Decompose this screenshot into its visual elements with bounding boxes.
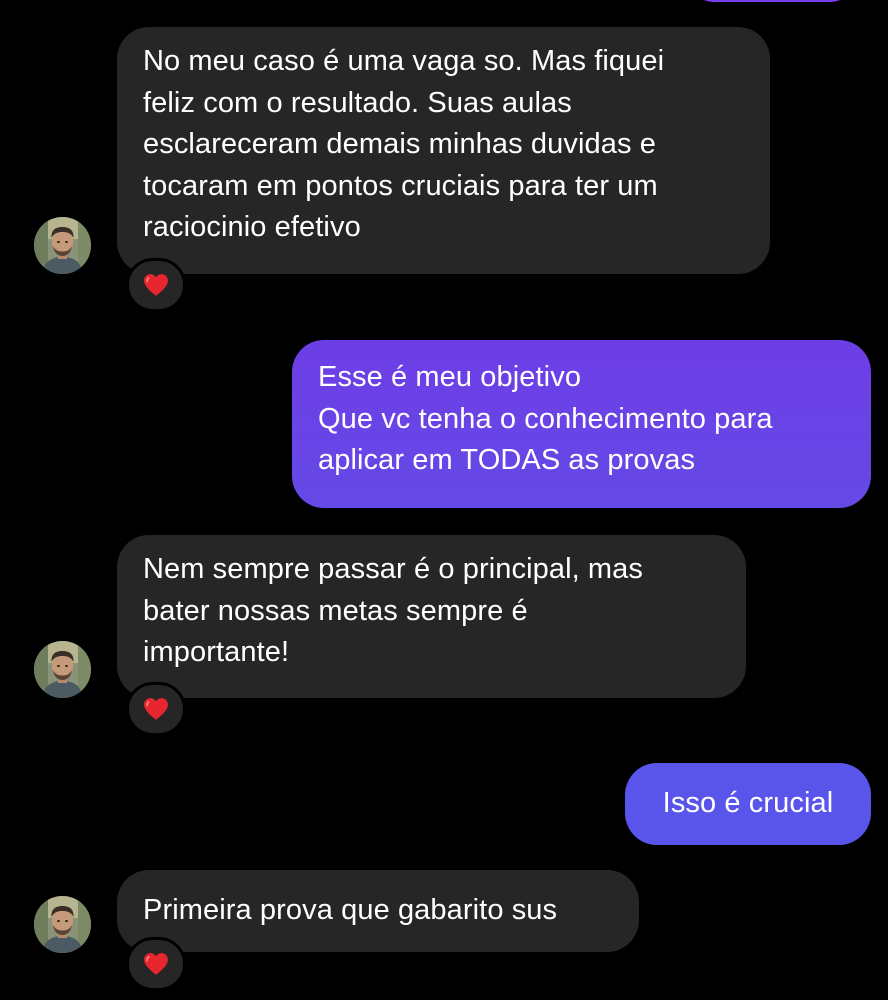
heart-icon [143, 273, 169, 297]
message-text-line: feliz com o resultado. Suas aulas [143, 86, 572, 119]
message-text-line: Primeira prova que gabarito sus [143, 894, 558, 927]
message-text-line: tocaram em pontos cruciais para ter um [143, 169, 658, 202]
incoming-message-bubble[interactable]: Nem sempre passar é o principal, mas bat… [117, 535, 746, 698]
message-reaction[interactable] [126, 258, 186, 312]
message-text-line: aplicar em TODAS as provas [318, 444, 696, 476]
message-text-line: Esse é meu objetivo [318, 361, 582, 393]
heart-icon [143, 952, 169, 976]
outgoing-message-bubble[interactable]: Esse é meu objetivo Que vc tenha o conhe… [292, 340, 871, 508]
sender-avatar[interactable] [34, 641, 91, 698]
heart-icon [143, 697, 169, 721]
message-reaction[interactable] [126, 682, 186, 736]
sender-avatar[interactable] [34, 896, 91, 953]
outgoing-message-bubble[interactable]: Isso é crucial [625, 763, 871, 845]
incoming-message-bubble[interactable]: No meu caso é uma vaga so. Mas fiquei fe… [117, 27, 770, 274]
incoming-message-bubble[interactable]: Primeira prova que gabarito sus [117, 870, 639, 952]
message-text-line: No meu caso é uma vaga so. Mas fiquei [143, 45, 665, 77]
message-text-line: raciocinio efetivo [143, 211, 361, 243]
message-reaction[interactable] [126, 937, 186, 991]
message-text-line: esclareceram demais minhas duvidas e [143, 128, 656, 160]
message-text-line: Que vc tenha o conhecimento para [318, 402, 773, 435]
message-text-line: Isso é crucial [662, 787, 834, 820]
previous-outgoing-bubble-edge [692, 0, 852, 2]
message-text-line: Nem sempre passar é o principal, mas [143, 553, 644, 585]
message-text-line: importante! [143, 636, 290, 668]
message-text-line: bater nossas metas sempre é [143, 594, 528, 627]
sender-avatar[interactable] [34, 217, 91, 274]
